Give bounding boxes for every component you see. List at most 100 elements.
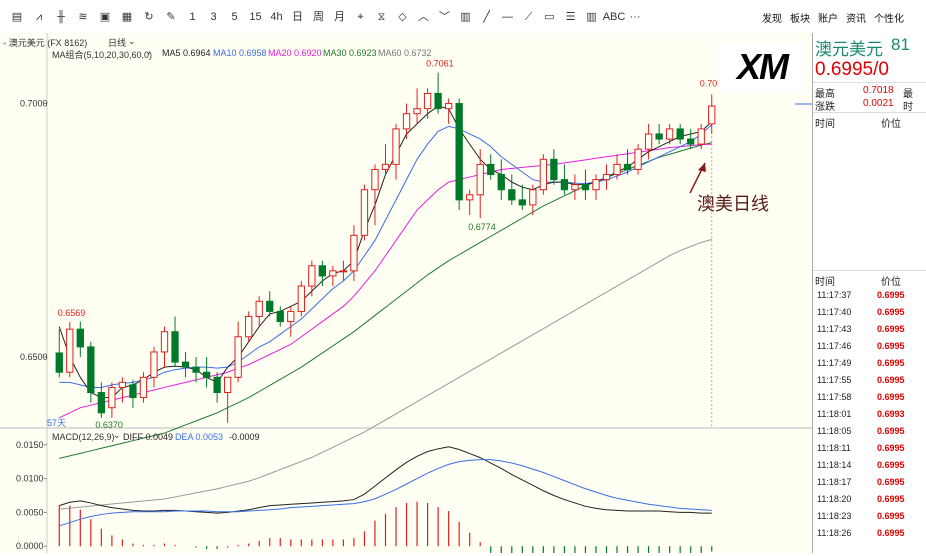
nav-item-3[interactable]: 资讯 — [846, 10, 866, 25]
candle-body — [560, 179, 569, 191]
pattern-icon[interactable]: ≋ — [72, 9, 94, 25]
candle-body — [497, 174, 505, 191]
mid-low-annotation: 0.6774 — [468, 222, 496, 232]
tick-time: 11:18:20 — [817, 494, 852, 504]
period-button-2[interactable]: 5 — [224, 9, 245, 25]
candle-body — [708, 105, 716, 125]
chevron-down-icon[interactable]: ⌄ — [128, 36, 136, 47]
candle-body — [55, 352, 63, 373]
candle-body — [697, 128, 705, 145]
macd-label[interactable]: MACD(12,26,9) — [52, 432, 115, 442]
candle-icon[interactable]: ╫ — [50, 9, 72, 25]
nav-item-4[interactable]: 个性化 — [874, 10, 904, 25]
ray-icon[interactable]: ⟋ — [518, 9, 539, 25]
window-icon[interactable]: ▣ — [94, 9, 116, 25]
candle-body — [87, 346, 95, 394]
candle-body — [444, 103, 453, 110]
ma-group-label[interactable]: MA组合(5,10,20,30,60,0) — [52, 48, 152, 61]
tick-price: 0.6995 — [877, 324, 905, 334]
candle-body — [487, 163, 495, 176]
left-right-icon[interactable]: ◇ — [392, 9, 413, 25]
ma20-value: MA20 0.6920 — [268, 48, 322, 58]
line-icon[interactable]: ╱ — [476, 9, 497, 25]
zoom-in-icon[interactable]: ︿ — [413, 9, 434, 25]
kline-chart[interactable]: 0.70000.65000.01500.01000.00500.00000.70… — [0, 33, 812, 556]
nav-item-0[interactable]: 发现 — [762, 10, 782, 25]
instrument-name: 澳元美元 — [815, 40, 883, 59]
more-icon[interactable]: ··· — [626, 9, 644, 25]
period-button-3[interactable]: 15 — [245, 9, 266, 25]
candle-body — [655, 133, 663, 140]
macd-tick-label: 0.0000 — [16, 541, 44, 551]
candle-body — [581, 184, 590, 191]
zoom-out-icon[interactable]: ﹀ — [434, 9, 455, 25]
tick-time: 11:17:55 — [817, 375, 852, 385]
candle-body — [508, 189, 516, 201]
nav-item-2[interactable]: 账户 — [818, 10, 838, 25]
macd-dea: DEA 0.0053 — [175, 432, 224, 442]
tick-price: 0.6995 — [877, 443, 905, 453]
chevron-down-icon[interactable]: ⌄ — [113, 430, 121, 441]
chevron-down-icon[interactable]: ⌄ — [145, 46, 153, 57]
bid-ask-price: 0.6995/0 — [815, 59, 889, 80]
candle-body — [392, 128, 400, 165]
tick-time: 11:18:23 — [817, 511, 852, 521]
fib-icon[interactable]: ☰ — [560, 9, 581, 25]
bar-icon[interactable]: ▥ — [581, 9, 602, 25]
ruler-icon[interactable]: ⌖ — [350, 9, 371, 25]
candle-body — [455, 103, 463, 201]
candle-body — [192, 366, 200, 373]
arrow-head — [698, 163, 706, 172]
candle-body — [234, 336, 242, 378]
grid-icon[interactable]: ▤ — [6, 9, 28, 25]
table-icon[interactable]: ▥ — [455, 9, 476, 25]
toolbar-buttons: ▤ ⩘ ╫ ≋ ▣ ▦ ↻ ✎ 1 3 5 15 4h 日周月 ⌖ ⧖ ◇ ︿ ﹀ ▥ ╱ — ⟋ ▭ ☰ ▥ ABC ··· — [6, 9, 644, 25]
period-button-7[interactable]: 月 — [329, 9, 350, 25]
refresh-icon[interactable]: ↻ — [138, 9, 160, 25]
ma30-line — [59, 142, 712, 459]
hline-icon[interactable]: — — [497, 9, 518, 25]
price-tick-label: 0.6500 — [20, 352, 48, 362]
tick-row: 11:17:46 0.6995 — [813, 338, 926, 355]
candle-body — [97, 392, 106, 414]
candle-body — [602, 174, 611, 181]
change-label-2: 时 — [903, 102, 913, 113]
tick-price: 0.6995 — [877, 290, 905, 300]
abc-button[interactable]: ABC — [602, 9, 626, 25]
xm-logo: XM — [718, 42, 806, 92]
candle-body — [308, 265, 316, 287]
ma-legend: MA组合(5,10,20,30,60,0) ⌄ MA5 0.6964 MA10 … — [0, 46, 812, 61]
candle-body — [539, 158, 548, 191]
period-button-6[interactable]: 周 — [308, 9, 329, 25]
candle-body — [402, 113, 411, 130]
tick-time: 11:17:37 — [817, 290, 852, 300]
draw-icon[interactable]: ✎ — [160, 9, 182, 25]
chart-area[interactable]: 0.7000 0.6500 0.0150 0.0100 0.0050 0.0000 0.70… — [0, 33, 813, 556]
candle-body — [297, 285, 305, 312]
tick-row: 11:17:43 0.6995 — [813, 321, 926, 338]
price-column-header: 价位 — [881, 119, 901, 130]
nav-item-1[interactable]: 板块 — [790, 10, 810, 25]
period-button-4[interactable]: 4h — [266, 9, 287, 25]
tick-price: 0.6995 — [877, 477, 905, 487]
candle-body — [266, 300, 274, 312]
candle-body — [213, 376, 221, 394]
period-button-0[interactable]: 1 — [182, 9, 203, 25]
line-chart-icon[interactable]: ⩘ — [28, 9, 50, 25]
hourglass-icon[interactable]: ⧖ — [371, 9, 392, 25]
tick-price: 0.6995 — [877, 341, 905, 351]
candle-body — [276, 310, 284, 323]
tick-time: 11:18:14 — [817, 460, 852, 470]
period-button-1[interactable]: 3 — [203, 9, 224, 25]
tick-price: 0.6995 — [877, 460, 905, 470]
layout-icon[interactable]: ▦ — [116, 9, 138, 25]
period-button-5[interactable]: 日 — [287, 9, 308, 25]
candle-body — [118, 381, 127, 388]
candle-body — [571, 184, 579, 191]
candle-body — [360, 189, 369, 236]
channel-icon[interactable]: ▭ — [539, 9, 560, 25]
candle-body — [371, 168, 379, 191]
tick-row: 11:18:20 0.6995 — [813, 491, 926, 508]
tick-row: 11:17:55 0.6995 — [813, 372, 926, 389]
tick-time: 11:17:58 — [817, 392, 852, 402]
